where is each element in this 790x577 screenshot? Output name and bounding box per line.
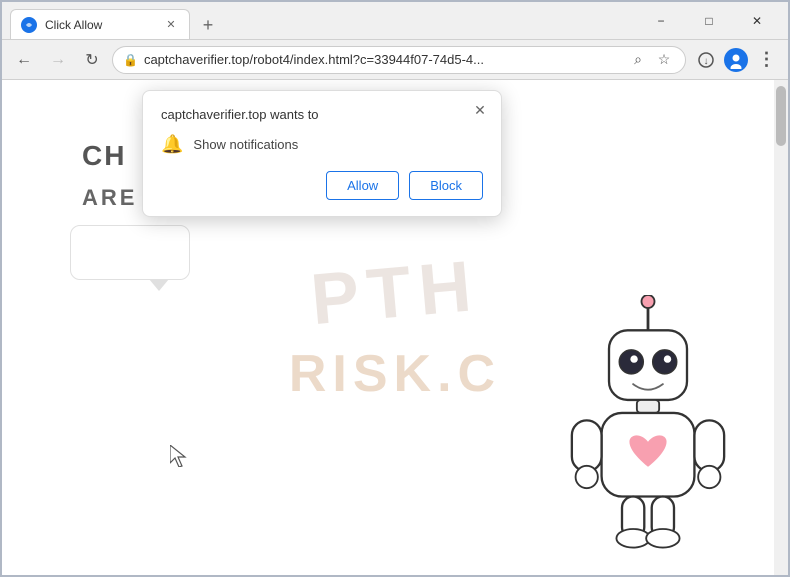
menu-button[interactable]: ⋮ [752, 46, 780, 74]
popup-buttons: Allow Block [161, 171, 483, 200]
block-button[interactable]: Block [409, 171, 483, 200]
address-icons: ⌕ ☆ [627, 49, 675, 71]
address-bar[interactable]: 🔒 captchaverifier.top/robot4/index.html?… [112, 46, 686, 74]
new-tab-button[interactable]: + [194, 11, 222, 39]
tab-favicon [21, 17, 37, 33]
back-button[interactable]: ← [10, 46, 38, 74]
permission-text: Show notifications [193, 137, 298, 152]
window-controls: − □ ✕ [638, 5, 780, 37]
nav-right-icons: ↓ ⋮ [692, 46, 780, 74]
search-icon[interactable]: ⌕ [627, 49, 649, 71]
robot-image [548, 295, 748, 555]
watermark-bottom: RISK.C [289, 344, 501, 404]
close-button[interactable]: ✕ [734, 5, 780, 37]
popup-close-button[interactable]: ✕ [469, 99, 491, 121]
address-text: captchaverifier.top/robot4/index.html?c=… [144, 52, 621, 67]
tab-area: Click Allow ✕ + [10, 2, 630, 39]
scrollbar-thumb[interactable] [776, 86, 786, 146]
notification-popup: ✕ captchaverifier.top wants to 🔔 Show no… [142, 90, 502, 217]
download-icon[interactable]: ↓ [692, 46, 720, 74]
maximize-button[interactable]: □ [686, 5, 732, 37]
browser-frame: Click Allow ✕ + − □ ✕ ← → ↻ 🔒 captchaver… [0, 0, 790, 577]
reload-button[interactable]: ↻ [78, 46, 106, 74]
lock-icon: 🔒 [123, 53, 138, 67]
bookmark-icon[interactable]: ☆ [653, 49, 675, 71]
popup-permission: 🔔 Show notifications [161, 134, 483, 155]
allow-button[interactable]: Allow [326, 171, 399, 200]
scrollbar[interactable] [774, 80, 788, 575]
title-bar: Click Allow ✕ + − □ ✕ [2, 2, 788, 40]
profile-button[interactable] [722, 46, 750, 74]
speech-bubble [70, 225, 190, 280]
active-tab[interactable]: Click Allow ✕ [10, 9, 190, 39]
bell-icon: 🔔 [161, 134, 183, 155]
page-header-text: CH [82, 140, 126, 172]
page-content: PTH RISK.C CH ARE NOT A ROBOT. ✕ captcha… [2, 80, 788, 575]
minimize-button[interactable]: − [638, 5, 684, 37]
mouse-cursor [170, 445, 190, 465]
popup-title: captchaverifier.top wants to [161, 107, 483, 122]
tab-title: Click Allow [45, 18, 155, 32]
profile-icon [724, 48, 748, 72]
nav-bar: ← → ↻ 🔒 captchaverifier.top/robot4/index… [2, 40, 788, 80]
svg-text:↓: ↓ [704, 56, 709, 67]
robot-container [548, 295, 748, 555]
tab-close-button[interactable]: ✕ [163, 17, 179, 33]
watermark-top: PTH [308, 244, 483, 340]
forward-button[interactable]: → [44, 46, 72, 74]
